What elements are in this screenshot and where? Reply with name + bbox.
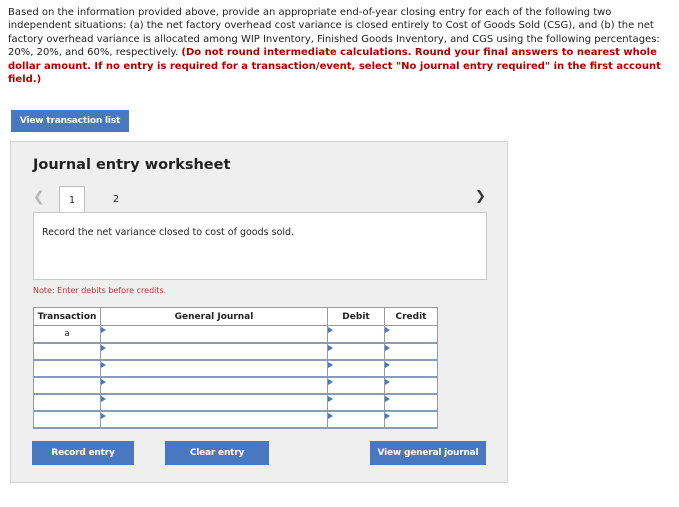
account-select[interactable] — [100, 325, 328, 344]
input-arrow-icon — [385, 361, 390, 368]
input-arrow-icon — [328, 344, 333, 351]
transaction-cell — [33, 359, 101, 378]
account-select[interactable] — [100, 410, 328, 429]
input-arrow-icon — [385, 344, 390, 351]
chevron-right-icon[interactable]: ❯ — [475, 189, 486, 204]
record-entry-button[interactable]: Record entry — [32, 441, 134, 465]
input-arrow-icon — [328, 361, 333, 368]
input-arrow-icon — [385, 412, 390, 419]
credit-input[interactable] — [384, 376, 438, 395]
column-header-debit: Debit — [327, 307, 385, 326]
debit-input[interactable] — [327, 410, 385, 429]
credit-input[interactable] — [384, 325, 438, 344]
transaction-cell: a — [33, 325, 101, 344]
journal-table: Transaction General Journal Debit Credit… — [33, 307, 438, 429]
column-header-credit: Credit — [384, 307, 438, 326]
dropdown-arrow-icon — [101, 412, 106, 419]
dropdown-arrow-icon — [101, 378, 106, 385]
account-select[interactable] — [100, 342, 328, 361]
table-row — [33, 342, 438, 361]
input-arrow-icon — [385, 378, 390, 385]
input-arrow-icon — [328, 395, 333, 402]
input-arrow-icon — [328, 378, 333, 385]
column-header-transaction: Transaction — [33, 307, 101, 326]
input-arrow-icon — [385, 395, 390, 402]
input-arrow-icon — [385, 327, 390, 333]
input-arrow-icon — [328, 327, 333, 333]
account-select[interactable] — [100, 393, 328, 412]
table-row: a — [33, 325, 438, 344]
table-row — [33, 376, 438, 395]
credit-input[interactable] — [384, 342, 438, 361]
column-header-general-journal: General Journal — [100, 307, 328, 326]
credit-input[interactable] — [384, 359, 438, 378]
dropdown-arrow-icon — [101, 361, 106, 368]
account-select[interactable] — [100, 376, 328, 395]
debit-input[interactable] — [327, 359, 385, 378]
table-row — [33, 359, 438, 378]
journal-entry-worksheet-panel: Journal entry worksheet ❮ 1 2 ❯ Record t… — [10, 141, 508, 483]
view-general-journal-button[interactable]: View general journal — [370, 441, 486, 465]
transaction-cell — [33, 410, 101, 429]
table-row — [33, 393, 438, 412]
chevron-left-icon[interactable]: ❮ — [33, 189, 45, 205]
transaction-cell — [33, 393, 101, 412]
credit-input[interactable] — [384, 393, 438, 412]
transaction-cell — [33, 342, 101, 361]
clear-entry-button[interactable]: Clear entry — [165, 441, 269, 465]
dropdown-arrow-icon — [101, 344, 106, 351]
worksheet-title: Journal entry worksheet — [33, 157, 231, 173]
instructions-text: Based on the information provided above,… — [8, 6, 670, 86]
debit-input[interactable] — [327, 325, 385, 344]
debit-input[interactable] — [327, 393, 385, 412]
debit-input[interactable] — [327, 342, 385, 361]
tab-2[interactable]: 2 — [103, 186, 129, 212]
credit-input[interactable] — [384, 410, 438, 429]
tab-1[interactable]: 1 — [59, 186, 85, 213]
input-arrow-icon — [328, 412, 333, 419]
debit-credit-note: Note: Enter debits before credits. — [33, 286, 167, 295]
entry-description-box: Record the net variance closed to cost o… — [33, 212, 487, 280]
transaction-cell — [33, 376, 101, 395]
dropdown-arrow-icon — [101, 395, 106, 402]
entry-description: Record the net variance closed to cost o… — [42, 227, 295, 238]
table-row — [33, 410, 438, 429]
account-select[interactable] — [100, 359, 328, 378]
view-transaction-list-button[interactable]: View transaction list — [11, 110, 129, 132]
debit-input[interactable] — [327, 376, 385, 395]
dropdown-arrow-icon — [101, 327, 106, 333]
